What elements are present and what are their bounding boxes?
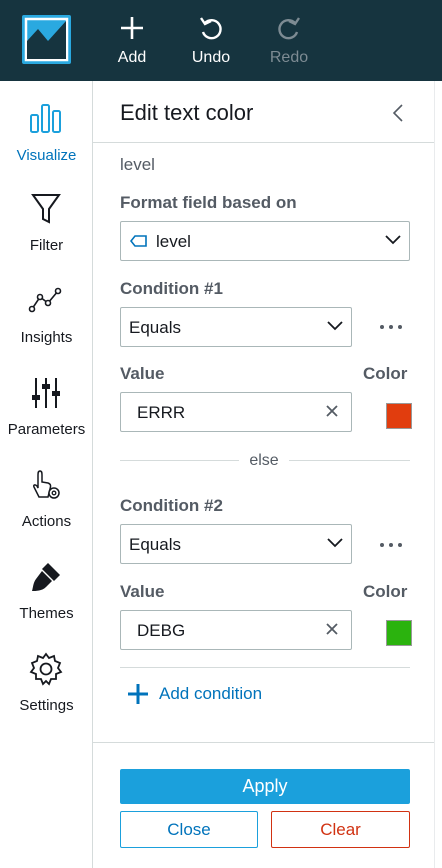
apply-button[interactable]: Apply — [120, 769, 410, 804]
condition-2-color-swatch[interactable] — [386, 620, 412, 646]
nav-item-actions[interactable]: Actions — [0, 467, 93, 547]
nav-label-parameters: Parameters — [7, 421, 86, 438]
condition-2-operator-select[interactable]: Equals — [120, 524, 352, 564]
condition-1-value-input[interactable]: ERRR — [120, 392, 352, 432]
footer-divider — [93, 742, 434, 743]
trend-line-icon — [28, 287, 62, 313]
top-toolbar: Add Undo Redo — [0, 0, 442, 81]
nav-label-settings: Settings — [19, 697, 74, 714]
condition-2-title: Condition #2 — [120, 496, 223, 515]
undo-button[interactable]: Undo — [181, 13, 241, 73]
nav-item-parameters[interactable]: Parameters — [0, 375, 93, 455]
close-button[interactable]: Close — [120, 811, 258, 848]
edit-text-color-panel: Edit text color level Format field based… — [93, 81, 434, 868]
condition-2-value-input[interactable]: DEBG — [120, 610, 352, 650]
bar-chart-icon — [30, 104, 61, 133]
funnel-icon — [31, 194, 61, 224]
add-condition-label: Add condition — [159, 684, 263, 703]
app-logo[interactable] — [22, 15, 71, 64]
conditions-end-divider — [120, 667, 410, 668]
nav-label-actions: Actions — [21, 513, 72, 530]
nav-label-visualize: Visualize — [16, 147, 77, 164]
redo-label: Redo — [269, 49, 309, 66]
chevron-left-icon[interactable] — [392, 103, 404, 123]
format-field-value: level — [156, 232, 191, 251]
sliders-icon — [32, 378, 60, 408]
nav-item-settings[interactable]: Settings — [0, 651, 93, 731]
nav-item-visualize[interactable]: Visualize — [0, 101, 93, 181]
pointer-gear-icon — [33, 470, 60, 499]
condition-1-color-label: Color — [363, 364, 408, 383]
dimension-tag-icon — [130, 235, 147, 247]
add-label: Add — [117, 49, 147, 66]
clear-icon[interactable] — [325, 622, 339, 636]
undo-label: Undo — [191, 49, 231, 66]
chevron-down-icon — [385, 235, 401, 245]
condition-1-value: ERRR — [137, 403, 186, 422]
condition-2-value-label: Value — [120, 582, 165, 601]
condition-2-value: DEBG — [137, 621, 186, 640]
panel-edge — [434, 81, 442, 868]
field-name: level — [120, 155, 155, 174]
more-options-icon[interactable] — [379, 324, 403, 330]
else-label: else — [239, 452, 289, 470]
panel-header: Edit text color — [93, 81, 434, 143]
chevron-down-icon — [327, 321, 343, 331]
condition-1-value-label: Value — [120, 364, 165, 383]
format-field-select[interactable]: level — [120, 221, 410, 261]
condition-1-color-swatch[interactable] — [386, 403, 412, 429]
plus-icon — [121, 17, 143, 39]
plus-icon — [128, 684, 148, 704]
condition-2-operator: Equals — [129, 535, 181, 554]
clear-icon[interactable] — [325, 404, 339, 418]
format-based-on-label: Format field based on — [120, 193, 297, 212]
add-button[interactable]: Add — [102, 13, 162, 73]
condition-2-color-label: Color — [363, 582, 408, 601]
redo-icon — [278, 17, 300, 40]
chevron-down-icon — [327, 538, 343, 548]
nav-item-insights[interactable]: Insights — [0, 283, 93, 363]
redo-button[interactable]: Redo — [259, 13, 319, 73]
nav-label-filter: Filter — [29, 237, 64, 254]
gear-icon — [29, 652, 63, 686]
nav-item-themes[interactable]: Themes — [0, 559, 93, 639]
left-navigation: Visualize Filter Insights Parameters Act… — [0, 81, 93, 868]
paintbrush-icon — [32, 563, 60, 591]
condition-1-operator: Equals — [129, 318, 181, 337]
nav-label-themes: Themes — [19, 605, 74, 622]
condition-1-operator-select[interactable]: Equals — [120, 307, 352, 347]
nav-label-insights: Insights — [20, 329, 73, 346]
more-options-icon[interactable] — [379, 542, 403, 548]
nav-item-filter[interactable]: Filter — [0, 191, 93, 271]
condition-1-title: Condition #1 — [120, 279, 223, 298]
undo-icon — [200, 17, 222, 40]
panel-title: Edit text color — [120, 100, 254, 125]
clear-button[interactable]: Clear — [271, 811, 410, 848]
